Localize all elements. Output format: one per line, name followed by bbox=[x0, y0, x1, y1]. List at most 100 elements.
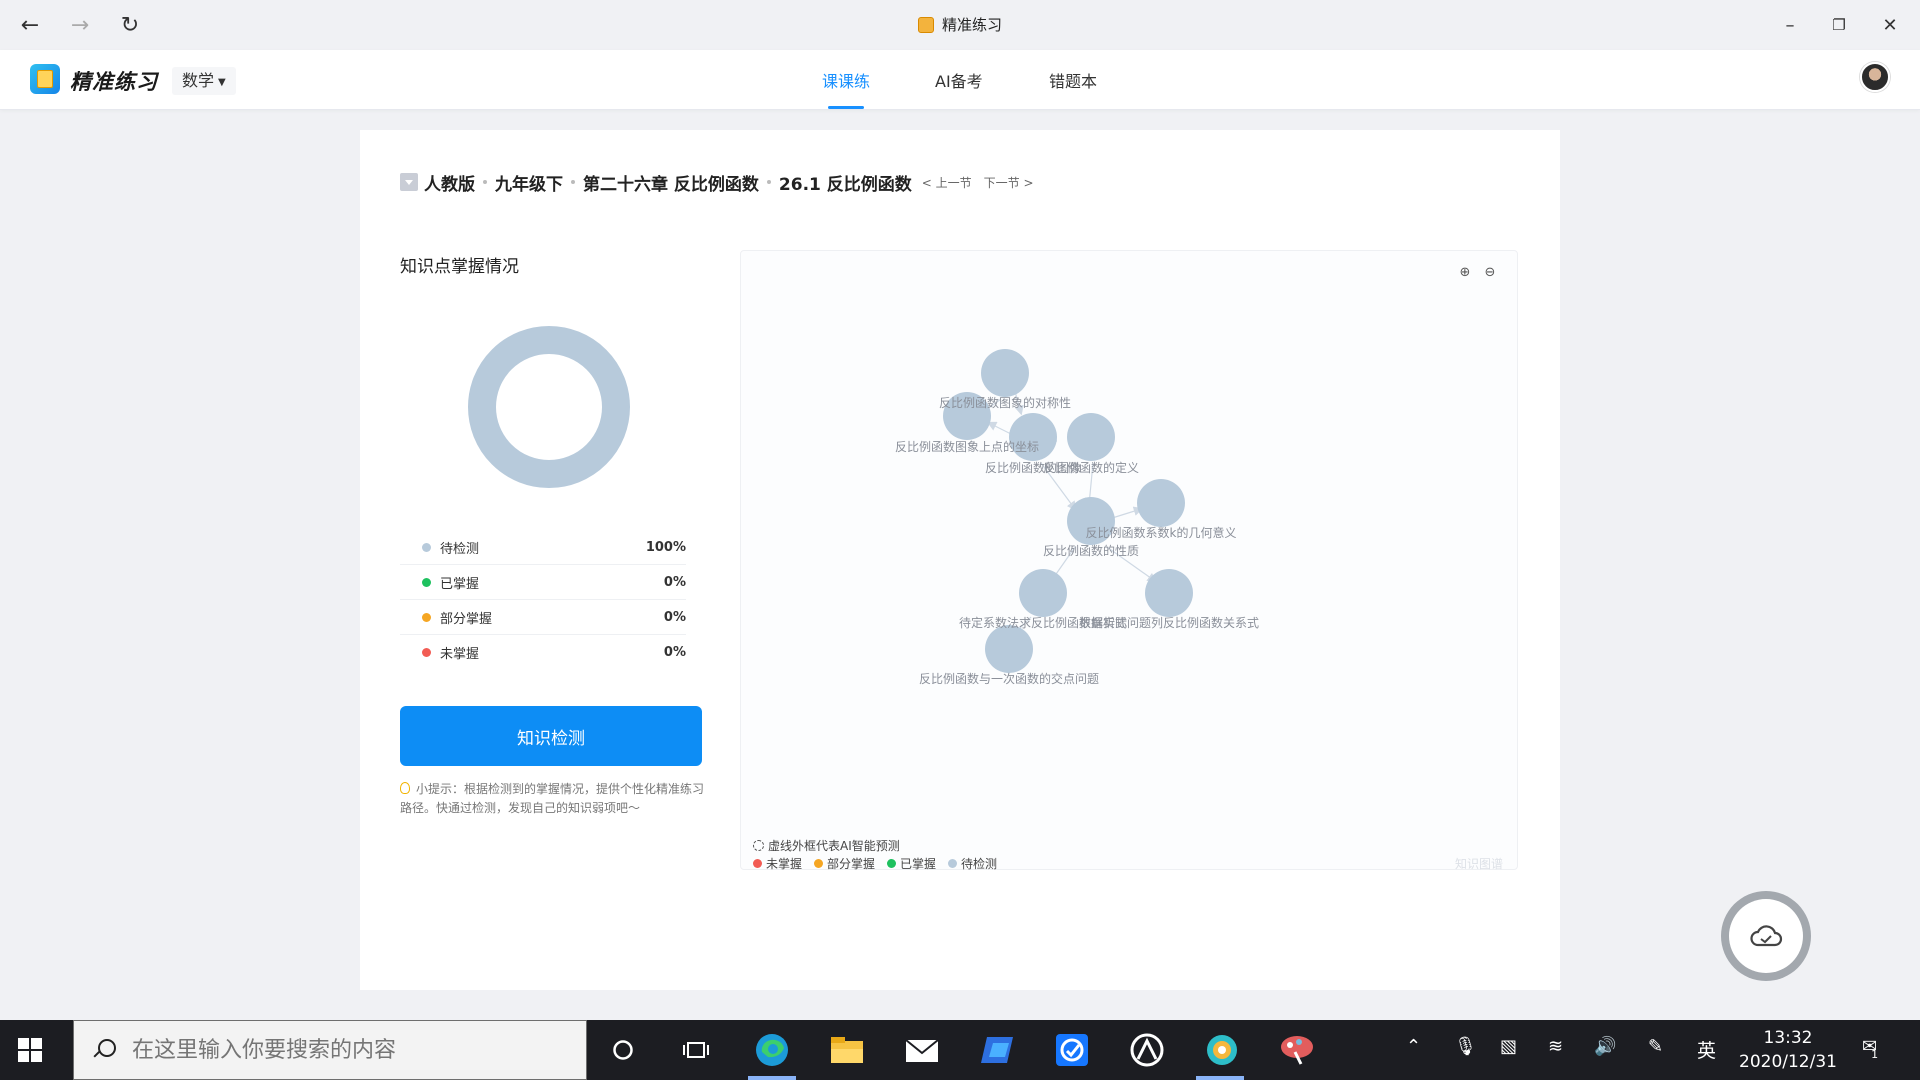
cortana-icon[interactable] bbox=[603, 1030, 643, 1070]
legend-label: 已掌握 bbox=[440, 576, 480, 592]
knowledge-graph-panel[interactable]: ⊕ ⊖ 反比例函数图象的对称性 反比例函数图象上点的坐标 反比例函数的图像 反比… bbox=[740, 250, 1518, 872]
dropdown-icon[interactable] bbox=[400, 173, 418, 191]
graph-legend-item: 待检测 bbox=[948, 855, 997, 872]
graph-node-label: 反比例函数的定义 bbox=[1043, 460, 1139, 475]
app-check-icon[interactable] bbox=[1052, 1030, 1092, 1070]
graph-legend: 未掌握 部分掌握 已掌握 待检测 bbox=[753, 855, 1009, 872]
graph-legend-label: 部分掌握 bbox=[827, 857, 876, 871]
graph-legend-label: 已掌握 bbox=[900, 857, 937, 871]
graph-node-label: 反比例函数的性质 bbox=[1043, 543, 1139, 558]
jingzhun-app-icon[interactable] bbox=[1202, 1030, 1242, 1070]
window-title-text: 精准练习 bbox=[941, 16, 1002, 34]
notification-count: 1 bbox=[1871, 1048, 1879, 1061]
taskbar-clock[interactable]: 13:32 2020/12/31 bbox=[1728, 1026, 1848, 1074]
clock-time: 13:32 bbox=[1763, 1028, 1813, 1048]
mastered-dot-icon bbox=[422, 577, 431, 587]
knowledge-graph: 反比例函数图象的对称性 反比例函数图象上点的坐标 反比例函数的图像 反比例函数的… bbox=[895, 349, 1259, 686]
mastery-title: 知识点掌握情况 bbox=[400, 257, 519, 277]
cloud-icon bbox=[1750, 925, 1783, 947]
clock-date: 2020/12/31 bbox=[1739, 1052, 1837, 1072]
restore-icon[interactable]: ❐ bbox=[1815, 6, 1863, 44]
breadcrumb-grade[interactable]: 九年级下 bbox=[495, 170, 563, 195]
file-explorer-icon[interactable] bbox=[827, 1030, 867, 1070]
graph-node-label: 根据实际问题列反比例函数关系式 bbox=[1079, 615, 1259, 630]
app-blue-icon[interactable] bbox=[977, 1030, 1017, 1070]
partial-dot-icon bbox=[814, 859, 824, 868]
unmastered-dot-icon bbox=[753, 859, 762, 868]
graph-legend-label: 待检测 bbox=[961, 857, 998, 871]
app-paint-icon[interactable] bbox=[1277, 1030, 1317, 1070]
taskbar-search[interactable] bbox=[73, 1020, 587, 1080]
graph-legend-label: 未掌握 bbox=[766, 857, 803, 871]
ime-indicator[interactable]: 英 bbox=[1697, 1036, 1716, 1063]
graph-node-label: 反比例函数系数k的几何意义 bbox=[1086, 525, 1237, 540]
graph-node-label: 反比例函数与一次函数的交点问题 bbox=[919, 671, 1099, 686]
mail-icon[interactable] bbox=[902, 1030, 942, 1070]
knowledge-test-button[interactable]: 知识检测 bbox=[400, 706, 702, 766]
pending-dot-icon bbox=[422, 542, 431, 552]
tab-kekelian[interactable]: 课课练 bbox=[822, 68, 870, 92]
graph-node-intersection[interactable] bbox=[985, 625, 1033, 673]
graph-node-symmetry[interactable] bbox=[981, 349, 1029, 397]
caret-down-icon: ▼ bbox=[218, 77, 226, 88]
breadcrumb-edition[interactable]: 人教版 bbox=[424, 170, 475, 195]
breadcrumb-separator bbox=[571, 180, 575, 184]
mastery-legend: 待检测 100% 已掌握 0% 部分掌握 0% 未掌握 0% bbox=[400, 530, 686, 670]
prev-section-link[interactable]: < 上一节 bbox=[922, 176, 972, 190]
minimize-icon[interactable]: – bbox=[1766, 6, 1814, 44]
pending-dot-icon bbox=[948, 859, 958, 868]
legend-row-mastered: 已掌握 0% bbox=[400, 565, 686, 600]
tab-cuotiben[interactable]: 错题本 bbox=[1049, 68, 1097, 92]
legend-value: 100% bbox=[645, 539, 686, 555]
graph-node-real-problem[interactable] bbox=[1145, 569, 1193, 617]
graph-watermark: 知识图谱 bbox=[1454, 857, 1503, 871]
close-icon[interactable]: ✕ bbox=[1866, 6, 1914, 44]
graph-node-label: 反比例函数图象上点的坐标 bbox=[895, 439, 1039, 454]
edge-browser-icon[interactable] bbox=[752, 1030, 792, 1070]
app-round-icon[interactable] bbox=[1127, 1030, 1167, 1070]
tip-text: 小提示：根据检测到的掌握情况，提供个性化精准练习路径。快通过检测，发现自己的知识… bbox=[400, 780, 705, 818]
graph-node-k-meaning[interactable] bbox=[1137, 479, 1185, 527]
graph-legend-item: 未掌握 bbox=[753, 855, 802, 872]
graph-note-text: 虚线外框代表AI智能预测 bbox=[768, 839, 900, 853]
tray-chevron-up-icon[interactable]: ⌃ bbox=[1406, 1036, 1421, 1057]
pen-icon[interactable]: ✎ bbox=[1648, 1036, 1663, 1057]
title-bar: ← → ↻ 精准练习 – ❐ ✕ bbox=[0, 0, 1920, 50]
breadcrumb-separator bbox=[766, 180, 771, 184]
breadcrumb-section[interactable]: 26.1 反比例函数 bbox=[779, 170, 912, 195]
next-section-link[interactable]: 下一节 > bbox=[984, 176, 1034, 190]
battery-icon[interactable]: ▧ bbox=[1500, 1036, 1517, 1057]
tab-ai-beikao[interactable]: AI备考 bbox=[935, 68, 983, 92]
graph-node-definition[interactable] bbox=[1067, 413, 1115, 461]
subject-label: 数学 bbox=[182, 71, 215, 90]
task-view-icon[interactable] bbox=[676, 1030, 716, 1070]
legend-value: 0% bbox=[663, 645, 686, 660]
app-icon bbox=[917, 17, 934, 33]
breadcrumb: 人教版 九年级下 第二十六章 反比例函数 26.1 反比例函数 < 上一节 下一节… bbox=[400, 170, 1046, 195]
legend-row-pending: 待检测 100% bbox=[400, 530, 686, 565]
lightbulb-icon bbox=[400, 782, 410, 794]
breadcrumb-chapter[interactable]: 第二十六章 反比例函数 bbox=[583, 170, 759, 195]
avatar[interactable] bbox=[1860, 62, 1890, 92]
app-header: 精准练习 数学 ▼ 课课练 AI备考 错题本 bbox=[0, 50, 1920, 110]
graph-legend-item: 部分掌握 bbox=[814, 855, 875, 872]
window-title: 精准练习 bbox=[0, 14, 1920, 35]
mastered-dot-icon bbox=[887, 859, 897, 868]
start-windows-icon[interactable] bbox=[18, 1038, 42, 1062]
taskbar: ⌃ 🎙 ▧ ≋ 🔊 ✎ 英 13:32 2020/12/31 ✉1 bbox=[0, 1020, 1920, 1080]
microphone-icon[interactable]: 🎙 bbox=[1454, 1036, 1477, 1057]
search-icon bbox=[92, 1039, 116, 1061]
legend-row-partial: 部分掌握 0% bbox=[400, 600, 686, 635]
jingzhun-active-indicator bbox=[1196, 1076, 1244, 1080]
cloud-sync-button[interactable] bbox=[1721, 891, 1811, 981]
notification-icon[interactable]: ✉1 bbox=[1862, 1036, 1884, 1061]
volume-icon[interactable]: 🔊 bbox=[1594, 1036, 1616, 1057]
legend-row-unmastered: 未掌握 0% bbox=[400, 635, 686, 670]
subject-dropdown[interactable]: 数学 ▼ bbox=[172, 67, 236, 95]
legend-label: 未掌握 bbox=[440, 647, 480, 662]
unmastered-dot-icon bbox=[422, 648, 431, 657]
graph-note: 虚线外框代表AI智能预测 bbox=[753, 837, 900, 854]
taskbar-search-input[interactable] bbox=[132, 1037, 572, 1063]
graph-node-undetermined-coef[interactable] bbox=[1019, 569, 1067, 617]
wifi-icon[interactable]: ≋ bbox=[1548, 1036, 1563, 1057]
